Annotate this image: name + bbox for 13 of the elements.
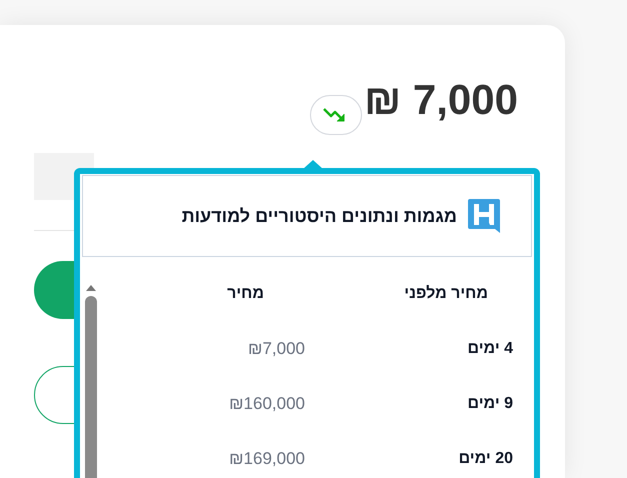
period-cell-text: 20 ימים: [458, 449, 513, 469]
column-header: מחיר מלפני: [403, 284, 489, 304]
price-text: ₪ 7,000: [364, 75, 518, 125]
scroll-up-icon[interactable]: [86, 285, 96, 291]
logo-icon: [467, 198, 501, 234]
price-cell-text: ₪169,000: [228, 448, 305, 470]
price-cell-text: ₪7,000: [247, 338, 305, 360]
price-trend-button[interactable]: [310, 95, 362, 135]
period-cell-text: 4 ימים: [466, 339, 513, 359]
popover-title: מגמות ונתונים היסטוריים למודעות: [182, 204, 457, 228]
column-header: מחיר: [226, 284, 265, 304]
price-cell-text: ₪160,000: [228, 393, 305, 416]
period-cell-text: 9 ימים: [466, 394, 513, 414]
